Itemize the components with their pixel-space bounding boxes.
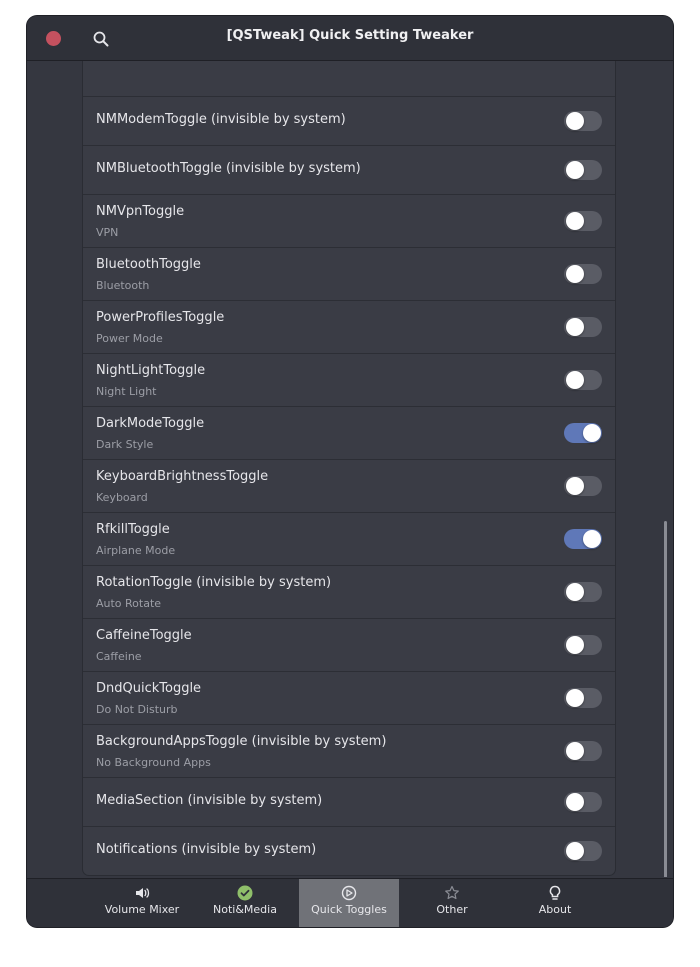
toggle-subtitle: Airplane Mode: [96, 544, 176, 557]
toggle-row: NMVpnToggle VPN: [83, 195, 615, 248]
toggle-subtitle: VPN: [96, 226, 119, 239]
settings-scroll-area: NMModemToggle (invisible by system) NMBlu…: [27, 61, 673, 877]
tab-volume-mixer[interactable]: Volume Mixer: [92, 879, 192, 927]
toggle-row: KeyboardBrightnessToggle Keyboard: [83, 460, 615, 513]
toggle-switch[interactable]: [564, 160, 602, 180]
toggle-knob: [566, 742, 584, 760]
tab-label: About: [538, 903, 572, 916]
toggle-title: BluetoothToggle: [96, 257, 201, 272]
toggle-title: Notifications (invisible by system): [96, 842, 317, 857]
bottom-tab-bar: Volume Mixer Noti&Media Quick Toggles Other…: [27, 878, 673, 927]
toggle-row: BackgroundAppsToggle (invisible by syste…: [83, 725, 615, 778]
toggle-row: MediaSection (invisible by system): [83, 778, 615, 827]
toggle-title: KeyboardBrightnessToggle: [96, 469, 269, 484]
toggle-title: PowerProfilesToggle: [96, 310, 225, 325]
tab-label: Noti&Media: [213, 903, 277, 916]
toggle-row: BluetoothToggle Bluetooth: [83, 248, 615, 301]
toggle-circle-icon: [341, 885, 357, 901]
toggle-row: CaffeineToggle Caffeine: [83, 619, 615, 672]
quick-toggles-list: NMModemToggle (invisible by system) NMBlu…: [82, 61, 616, 876]
toggle-title: BackgroundAppsToggle (invisible by syste…: [96, 734, 387, 749]
toggle-switch[interactable]: [564, 741, 602, 761]
speaker-icon: [136, 888, 150, 898]
toggle-knob: [566, 583, 584, 601]
toggle-knob: [566, 793, 584, 811]
toggle-switch[interactable]: [564, 264, 602, 284]
toggle-subtitle: Night Light: [96, 385, 157, 398]
toggle-subtitle: Dark Style: [96, 438, 154, 451]
toggle-subtitle: Keyboard: [96, 491, 148, 504]
toggle-switch[interactable]: [564, 211, 602, 231]
toggle-title: DarkModeToggle: [96, 416, 205, 431]
app-window: [QSTweak] Quick Setting Tweaker NMModemT…: [27, 16, 673, 927]
toggle-switch[interactable]: [564, 688, 602, 708]
toggle-switch[interactable]: [564, 370, 602, 390]
toggle-title: RfkillToggle: [96, 522, 170, 537]
tab-about[interactable]: About: [505, 879, 605, 927]
toggle-row: NMModemToggle (invisible by system): [83, 97, 615, 146]
toggle-row: DarkModeToggle Dark Style: [83, 407, 615, 460]
toggle-subtitle: Bluetooth: [96, 279, 150, 292]
toggle-subtitle: No Background Apps: [96, 756, 211, 769]
title-bar: [QSTweak] Quick Setting Tweaker: [27, 16, 673, 61]
tab-quick-toggles[interactable]: Quick Toggles: [299, 879, 399, 927]
toggle-knob: [566, 689, 584, 707]
toggle-title: NMModemToggle (invisible by system): [96, 112, 346, 127]
toggle-title: MediaSection (invisible by system): [96, 793, 323, 808]
toggle-knob: [566, 212, 584, 230]
toggle-row: DndQuickToggle Do Not Disturb: [83, 672, 615, 725]
toggle-title: CaffeineToggle: [96, 628, 192, 643]
toggle-knob: [566, 265, 584, 283]
toggle-row: Notifications (invisible by system): [83, 827, 615, 875]
toggle-title: NMBluetoothToggle (invisible by system): [96, 161, 361, 176]
toggle-switch[interactable]: [564, 529, 602, 549]
toggle-subtitle: Caffeine: [96, 650, 142, 663]
toggle-switch[interactable]: [564, 111, 602, 131]
toggle-title: NightLightToggle: [96, 363, 206, 378]
window-title: [QSTweak] Quick Setting Tweaker: [226, 28, 474, 43]
toggle-subtitle: Power Mode: [96, 332, 163, 345]
toggle-row: [83, 61, 615, 97]
toggle-knob: [566, 371, 584, 389]
check-circle-icon: [237, 885, 253, 901]
tab-label: Other: [436, 903, 468, 916]
toggle-row: NMBluetoothToggle (invisible by system): [83, 146, 615, 195]
tab-noti-media[interactable]: Noti&Media: [195, 879, 295, 927]
vertical-scrollbar[interactable]: [664, 521, 667, 877]
toggle-switch[interactable]: [564, 317, 602, 337]
toggle-knob: [566, 636, 584, 654]
toggle-title: DndQuickToggle: [96, 681, 202, 696]
toggle-switch[interactable]: [564, 423, 602, 443]
toggle-row: NightLightToggle Night Light: [83, 354, 615, 407]
star-icon: [445, 885, 459, 900]
toggle-switch[interactable]: [564, 582, 602, 602]
toggle-title: RotationToggle (invisible by system): [96, 575, 332, 590]
toggle-subtitle: Do Not Disturb: [96, 703, 178, 716]
toggle-row: PowerProfilesToggle Power Mode: [83, 301, 615, 354]
toggle-knob: [566, 318, 584, 336]
toggle-row: RfkillToggle Airplane Mode: [83, 513, 615, 566]
toggle-switch[interactable]: [564, 476, 602, 496]
toggle-knob: [583, 530, 601, 548]
tab-label: Quick Toggles: [311, 903, 387, 916]
toggle-row: RotationToggle (invisible by system) Auto…: [83, 566, 615, 619]
toggle-knob: [566, 112, 584, 130]
toggle-switch[interactable]: [564, 635, 602, 655]
toggle-knob: [566, 842, 584, 860]
toggle-subtitle: Auto Rotate: [96, 597, 162, 610]
toggle-knob: [583, 424, 601, 442]
toggle-knob: [566, 161, 584, 179]
toggle-switch[interactable]: [564, 841, 602, 861]
tab-label: Volume Mixer: [104, 903, 180, 916]
toggle-knob: [566, 477, 584, 495]
toggle-title: NMVpnToggle: [96, 204, 185, 219]
tab-other[interactable]: Other: [402, 879, 502, 927]
lightbulb-icon: [549, 885, 561, 900]
toggle-switch[interactable]: [564, 792, 602, 812]
